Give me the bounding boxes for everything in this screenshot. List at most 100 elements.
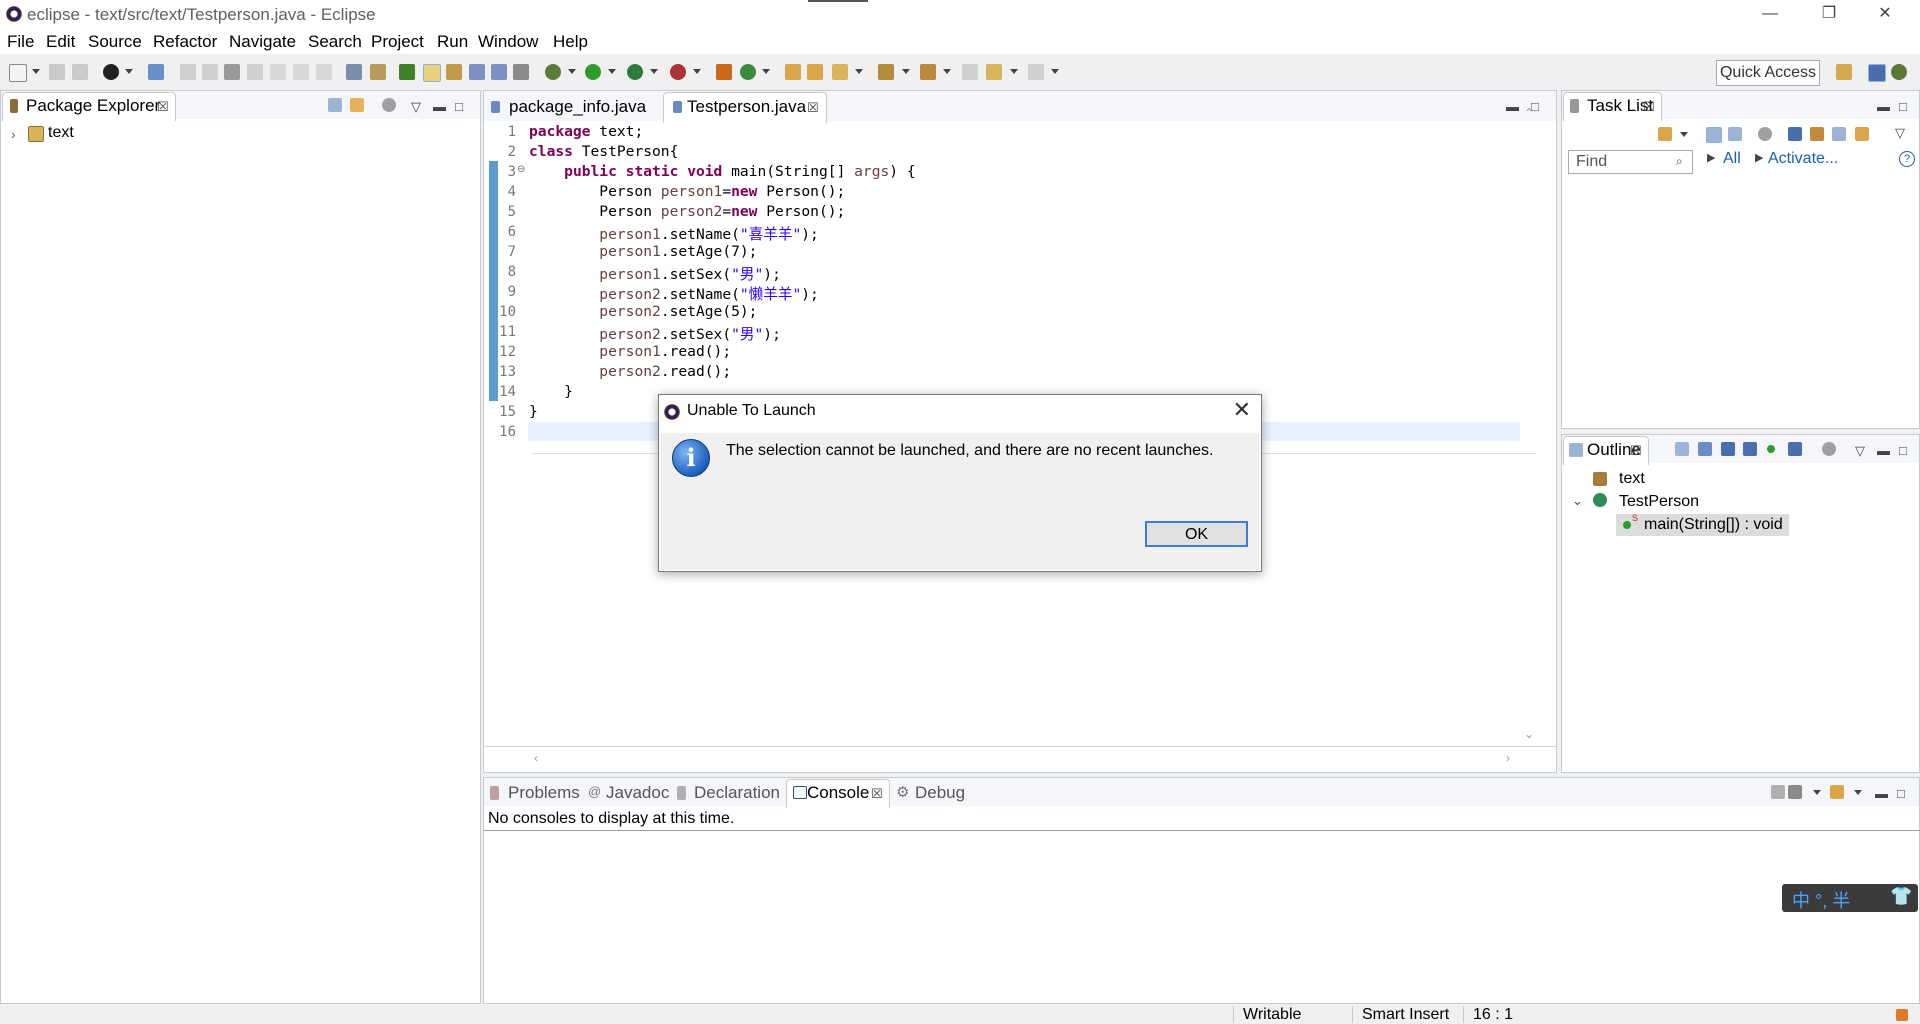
- step-into-icon[interactable]: [270, 64, 286, 80]
- minimize-editor-icon[interactable]: ▬: [1506, 99, 1519, 114]
- ok-button[interactable]: OK: [1145, 521, 1248, 547]
- java-perspective-icon[interactable]: [1868, 64, 1886, 82]
- outline-item-package[interactable]: text: [1619, 470, 1645, 488]
- close-tab-icon[interactable]: ☒: [807, 100, 819, 116]
- all-link[interactable]: All: [1723, 150, 1741, 168]
- suspend-icon[interactable]: [202, 64, 218, 80]
- back-dropdown-icon[interactable]: [1010, 69, 1018, 74]
- scroll-up-icon[interactable]: ⌃: [1524, 106, 1534, 120]
- scroll-down-icon[interactable]: ⌄: [1524, 727, 1534, 741]
- skin-icon[interactable]: 👕: [1890, 886, 1912, 907]
- coverage-icon[interactable]: [627, 64, 643, 80]
- code-line[interactable]: person2.setAge(5);: [529, 303, 757, 320]
- menu-search[interactable]: Search: [308, 32, 362, 52]
- previous-annotation-icon[interactable]: [920, 64, 936, 80]
- expand-arrow-icon[interactable]: ⌄: [1572, 493, 1583, 509]
- fold-icon[interactable]: ⊖: [517, 164, 525, 175]
- previous-annotation-dropdown-icon[interactable]: [943, 69, 951, 74]
- menu-navigate[interactable]: Navigate: [229, 32, 296, 52]
- open-folder-icon[interactable]: [807, 64, 823, 80]
- terminate-icon[interactable]: [224, 64, 240, 80]
- notification-icon[interactable]: [1896, 1009, 1908, 1021]
- hide-static-icon[interactable]: [1743, 442, 1757, 456]
- tab-testperson-label[interactable]: Testperson.java: [687, 97, 806, 117]
- last-edit-location-icon[interactable]: [962, 64, 978, 80]
- toggle-mark-occurrences-icon[interactable]: [423, 64, 441, 82]
- maximize-outline-icon[interactable]: □: [1899, 443, 1907, 458]
- code-line[interactable]: }: [529, 403, 538, 420]
- open-console-icon[interactable]: [370, 64, 386, 80]
- toggle-block-selection-icon[interactable]: [446, 64, 462, 80]
- menu-edit[interactable]: Edit: [46, 32, 75, 52]
- hide-local-types-icon[interactable]: [1788, 442, 1802, 456]
- maximize-view-icon[interactable]: □: [455, 99, 463, 114]
- tab-declaration[interactable]: Declaration: [694, 783, 780, 803]
- new-class-dropdown-icon[interactable]: [762, 69, 770, 74]
- new-icon[interactable]: [9, 64, 27, 82]
- forward-dropdown-icon[interactable]: [1051, 69, 1059, 74]
- maximize-console-icon[interactable]: □: [1897, 786, 1905, 801]
- external-tools-icon[interactable]: [670, 64, 686, 80]
- collapse-outline-icon[interactable]: [1675, 442, 1689, 456]
- code-line[interactable]: person2.setName("懒羊羊");: [529, 283, 819, 304]
- close-window-button[interactable]: ✕: [1862, 0, 1908, 30]
- scroll-right-icon[interactable]: ›: [1506, 751, 1510, 765]
- external-tools-dropdown-icon[interactable]: [693, 69, 701, 74]
- link-with-editor-icon[interactable]: [350, 98, 364, 112]
- outline-view-menu-icon[interactable]: ▽: [1855, 443, 1865, 459]
- code-line[interactable]: package text;: [529, 123, 643, 140]
- tab-package-info[interactable]: package_info.java: [509, 97, 646, 117]
- debug-icon[interactable]: [545, 64, 561, 80]
- code-line[interactable]: class TestPerson{: [529, 143, 678, 160]
- forward-icon[interactable]: [1028, 64, 1044, 80]
- menu-file[interactable]: File: [7, 32, 34, 52]
- menu-project[interactable]: Project: [371, 32, 424, 52]
- tab-console-label[interactable]: Console: [807, 783, 869, 803]
- scroll-left-icon[interactable]: ‹: [534, 751, 538, 765]
- coverage-dropdown-icon[interactable]: [650, 69, 658, 74]
- minimize-view-icon[interactable]: ▬: [433, 99, 446, 114]
- maximize-task-list-icon[interactable]: □: [1899, 99, 1907, 114]
- outline-item-class[interactable]: TestPerson: [1619, 493, 1699, 511]
- code-line[interactable]: Person person2=new Person();: [529, 203, 845, 220]
- code-line[interactable]: person2.setSex("男");: [529, 323, 781, 344]
- minimize-outline-icon[interactable]: ▬: [1877, 443, 1890, 458]
- debug-dropdown-icon[interactable]: [568, 69, 576, 74]
- close-task-list-icon[interactable]: ☒: [1643, 99, 1655, 115]
- close-outline-icon[interactable]: ☒: [1630, 443, 1642, 459]
- categorized-icon[interactable]: [1706, 127, 1722, 143]
- tab-javadoc[interactable]: Javadoc: [606, 783, 669, 803]
- outline-item-method[interactable]: main(String[]) : void: [1644, 516, 1783, 534]
- minimize-button[interactable]: —: [1747, 0, 1793, 30]
- disconnect-icon[interactable]: [247, 64, 263, 80]
- scheduled-icon[interactable]: [1728, 127, 1742, 141]
- code-line[interactable]: person2.read();: [529, 363, 731, 380]
- task-repositories-icon[interactable]: [1855, 127, 1869, 141]
- open-console-panel-icon[interactable]: [1830, 785, 1844, 799]
- menu-source[interactable]: Source: [88, 32, 142, 52]
- restore-button[interactable]: ❐: [1806, 0, 1852, 30]
- open-type-icon[interactable]: [399, 64, 415, 80]
- hide-fields-icon[interactable]: [1721, 442, 1735, 456]
- run-dropdown-icon[interactable]: [608, 69, 616, 74]
- show-whitespace-icon[interactable]: [491, 64, 507, 80]
- run-icon[interactable]: [585, 64, 601, 80]
- save-icon[interactable]: [49, 64, 65, 80]
- focus-outline-icon[interactable]: [1822, 442, 1836, 456]
- close-package-explorer-icon[interactable]: ☒: [157, 99, 169, 115]
- open-console-dropdown-icon[interactable]: [1854, 790, 1862, 795]
- display-console-dropdown-icon[interactable]: [1813, 790, 1821, 795]
- focus-on-workweek-icon[interactable]: [1758, 127, 1772, 141]
- search-icon[interactable]: [832, 64, 848, 80]
- profile-dropdown-icon[interactable]: [125, 69, 133, 74]
- new-task-dropdown-icon[interactable]: [1680, 132, 1688, 137]
- code-line[interactable]: person1.setName("喜羊羊");: [529, 223, 819, 244]
- collapse-tasks-icon[interactable]: [1832, 127, 1846, 141]
- profile-icon[interactable]: [103, 64, 119, 80]
- new-dropdown-icon[interactable]: [32, 69, 40, 74]
- tree-expander-icon[interactable]: ›: [11, 126, 16, 142]
- code-line[interactable]: person1.setSex("男");: [529, 263, 781, 284]
- tab-debug[interactable]: Debug: [915, 783, 965, 803]
- task-view-menu-icon[interactable]: ▽: [1895, 125, 1905, 141]
- tab-problems[interactable]: Problems: [508, 783, 580, 803]
